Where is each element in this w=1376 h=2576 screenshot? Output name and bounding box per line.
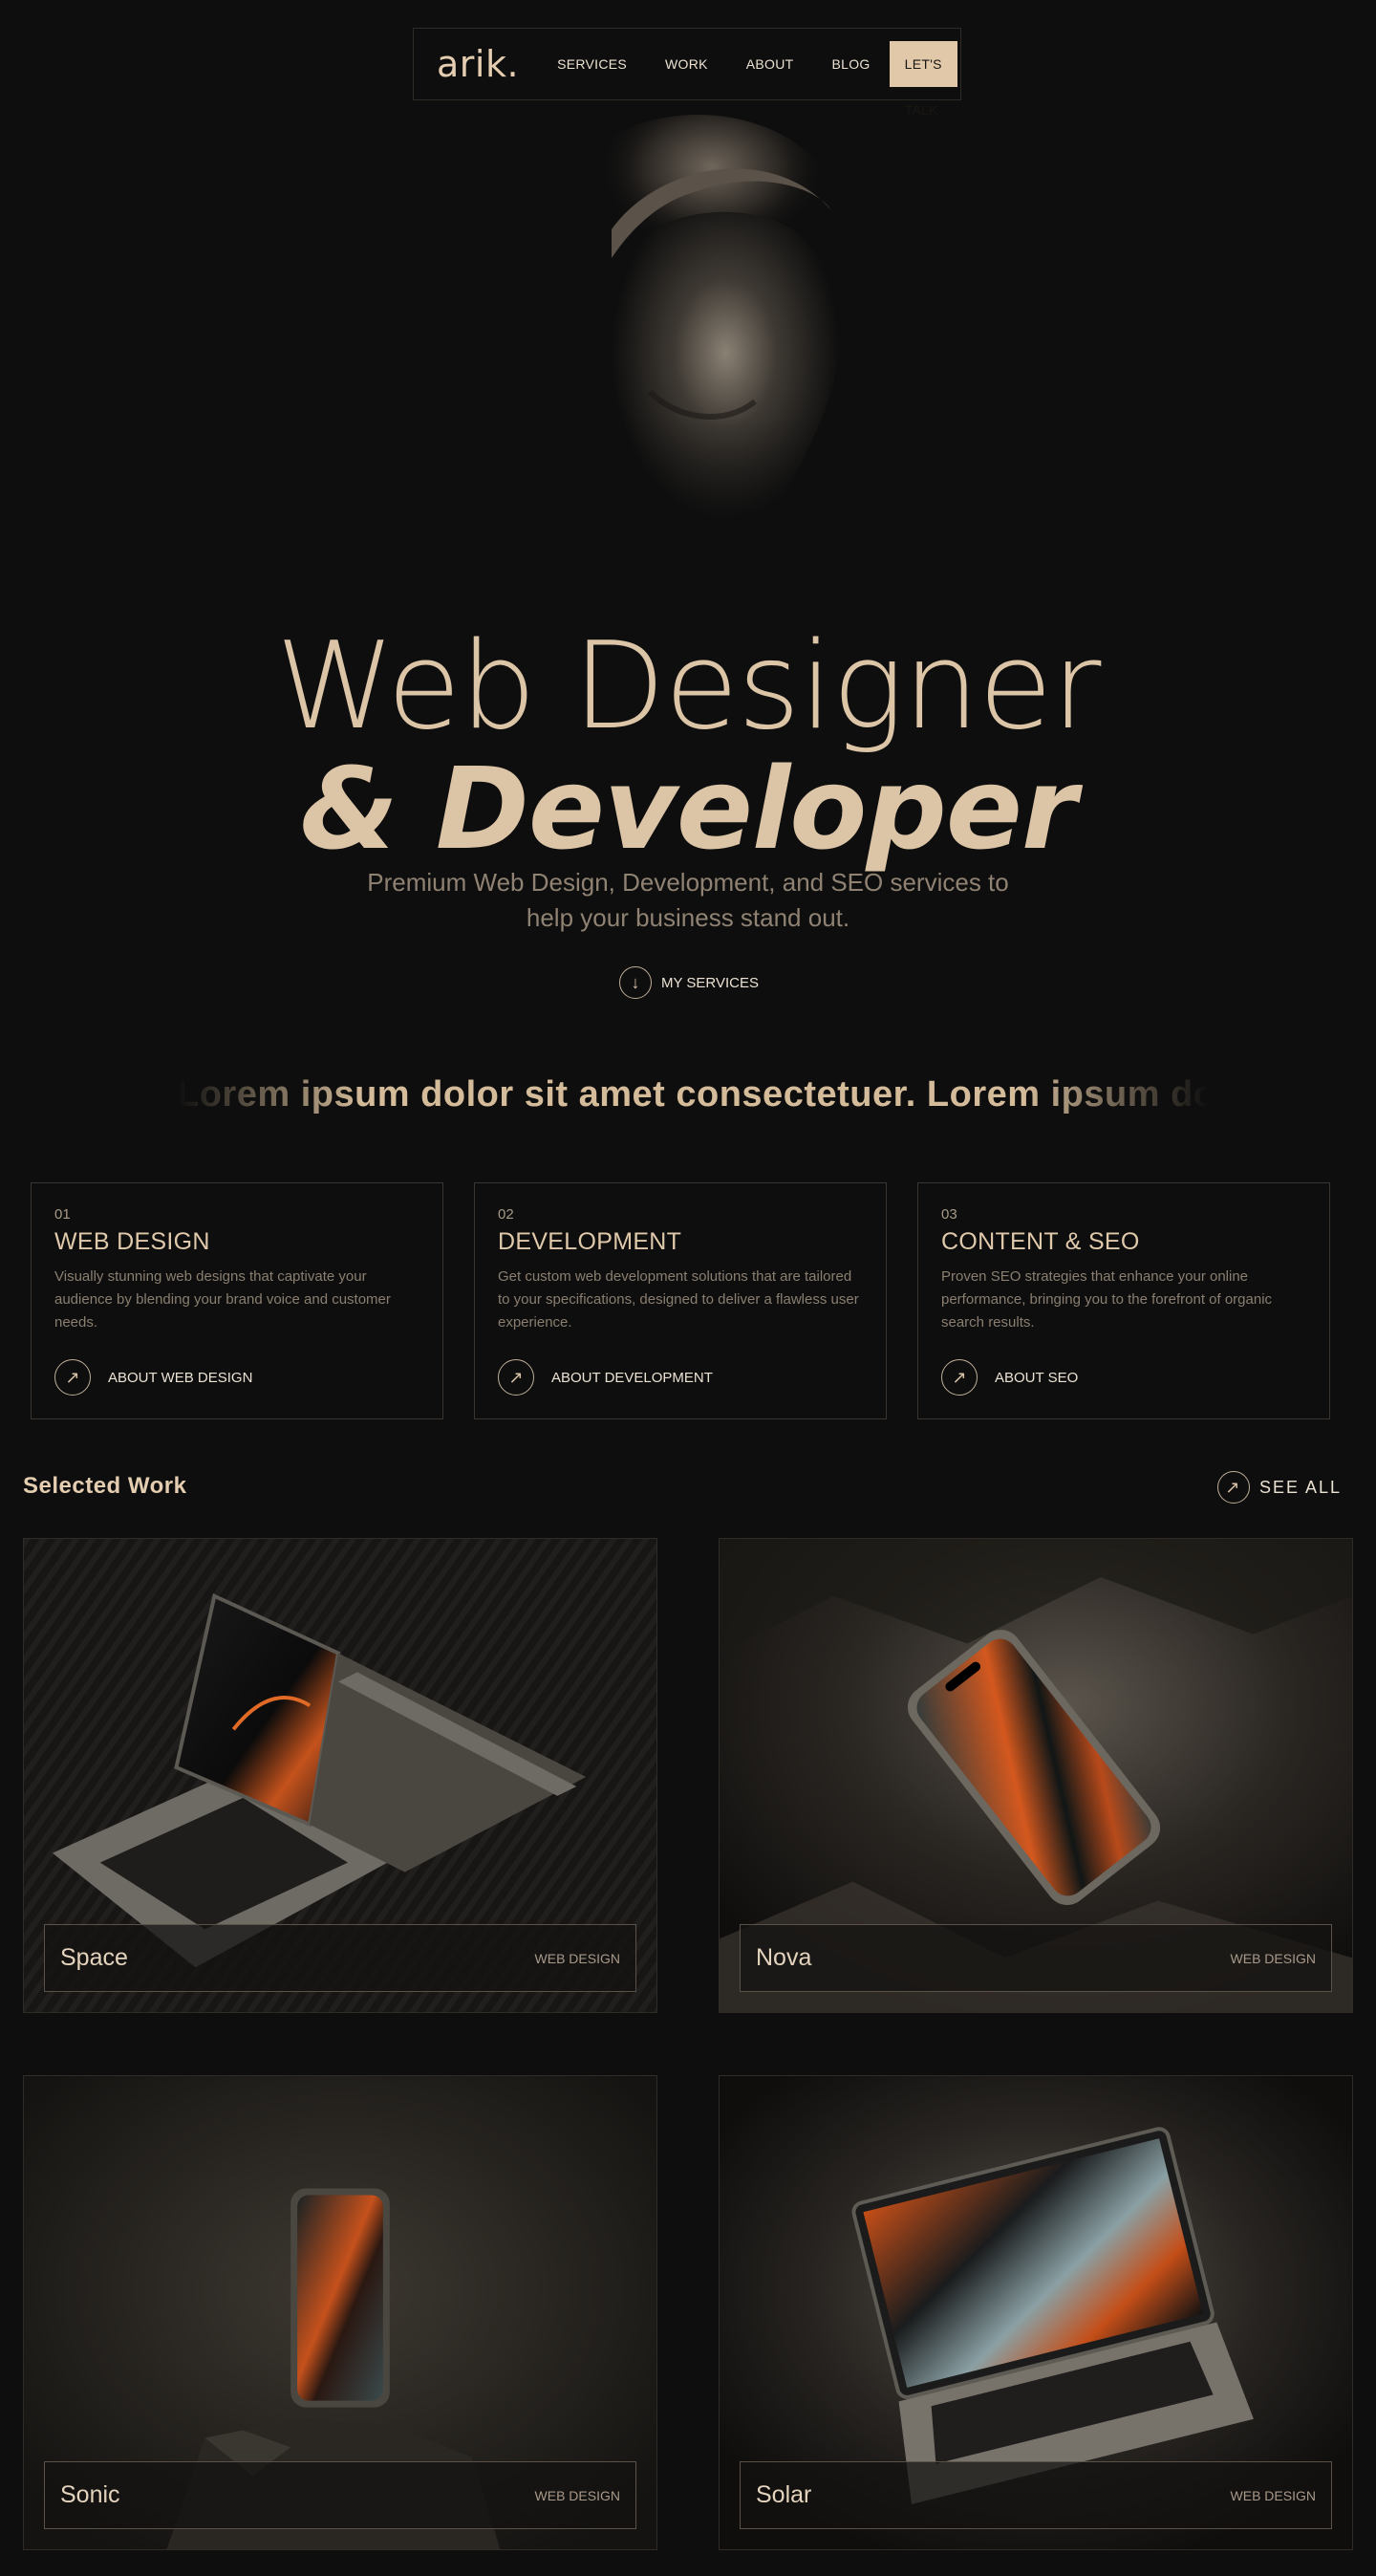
- nav-blog[interactable]: BLOG: [832, 56, 871, 72]
- service-description: Proven SEO strategies that enhance your …: [941, 1268, 1273, 1331]
- about-web-design-link[interactable]: ↗ ABOUT WEB DESIGN: [54, 1359, 252, 1396]
- project-caption: Sonic WEB DESIGN: [44, 2461, 636, 2529]
- service-title: DEVELOPMENT: [498, 1228, 682, 1255]
- service-description: Get custom web development solutions tha…: [498, 1268, 859, 1331]
- about-seo-link[interactable]: ↗ ABOUT SEO: [941, 1359, 1078, 1396]
- top-nav: arik. SERVICES WORK ABOUT BLOG LET'S TAL…: [413, 28, 961, 118]
- hero-title-line2: & Developer: [299, 743, 1077, 875]
- my-services-label: MY SERVICES: [661, 974, 759, 991]
- project-name: Sonic: [60, 2481, 120, 2508]
- service-card-development: 02 DEVELOPMENT Get custom web developmen…: [474, 1182, 887, 1419]
- arrow-up-right-icon: ↗: [1216, 1471, 1250, 1504]
- arrow-down-icon: ↓: [619, 966, 652, 999]
- service-title: WEB DESIGN: [54, 1228, 210, 1255]
- arrow-up-right-icon: ↗: [498, 1359, 534, 1396]
- project-caption: Solar WEB DESIGN: [740, 2461, 1332, 2529]
- arrow-up-right-icon: ↗: [54, 1359, 91, 1396]
- project-caption: Space WEB DESIGN: [44, 1924, 636, 1992]
- nav-about[interactable]: ABOUT: [746, 56, 794, 72]
- project-caption: Nova WEB DESIGN: [740, 1924, 1332, 1992]
- service-link-label: ABOUT DEVELOPMENT: [551, 1369, 713, 1386]
- project-name: Nova: [756, 1944, 812, 1971]
- service-title: CONTENT & SEO: [941, 1228, 1140, 1255]
- hero-portrait: [411, 76, 965, 640]
- marquee-text: Lorem ipsum dolor sit amet consectetuer.…: [177, 1074, 1209, 1115]
- service-number: 01: [54, 1206, 71, 1223]
- hero-title-line1: Web Designer: [275, 616, 1102, 756]
- see-all-label: SEE ALL: [1258, 1477, 1342, 1497]
- see-all-link[interactable]: ↗ SEE ALL: [1216, 1471, 1342, 1504]
- project-name: Solar: [756, 2481, 812, 2508]
- nav-services[interactable]: SERVICES: [557, 56, 627, 72]
- service-link-label: ABOUT WEB DESIGN: [108, 1369, 253, 1386]
- service-number: 02: [498, 1206, 514, 1223]
- service-description: Visually stunning web designs that capti…: [54, 1268, 391, 1331]
- project-tag: WEB DESIGN: [534, 1950, 620, 1966]
- project-tag: WEB DESIGN: [534, 2487, 620, 2503]
- service-card-web-design: 01 WEB DESIGN Visually stunning web desi…: [31, 1182, 443, 1419]
- project-tag: WEB DESIGN: [1230, 1950, 1316, 1966]
- hero-subtitle: Premium Web Design, Development, and SEO…: [367, 868, 1009, 932]
- selected-work-heading: Selected Work: [23, 1473, 187, 1499]
- service-card-seo: 03 CONTENT & SEO Proven SEO strategies t…: [917, 1182, 1330, 1419]
- service-link-label: ABOUT SEO: [995, 1369, 1079, 1386]
- about-development-link[interactable]: ↗ ABOUT DEVELOPMENT: [498, 1359, 713, 1396]
- arrow-up-right-icon: ↗: [941, 1359, 978, 1396]
- project-tag: WEB DESIGN: [1230, 2487, 1316, 2503]
- project-name: Space: [60, 1944, 128, 1971]
- service-number: 03: [941, 1206, 957, 1223]
- project-card-space[interactable]: Space WEB DESIGN: [23, 1538, 657, 2013]
- nav-work[interactable]: WORK: [665, 56, 708, 72]
- my-services-link[interactable]: ↓ MY SERVICES: [619, 966, 759, 999]
- lets-talk-button[interactable]: LET'S TALK: [889, 41, 957, 118]
- project-card-solar[interactable]: Solar WEB DESIGN: [719, 2075, 1353, 2550]
- project-card-nova[interactable]: Nova WEB DESIGN: [719, 1538, 1353, 2013]
- project-card-sonic[interactable]: Sonic WEB DESIGN: [23, 2075, 657, 2550]
- logo[interactable]: arik.: [437, 43, 519, 85]
